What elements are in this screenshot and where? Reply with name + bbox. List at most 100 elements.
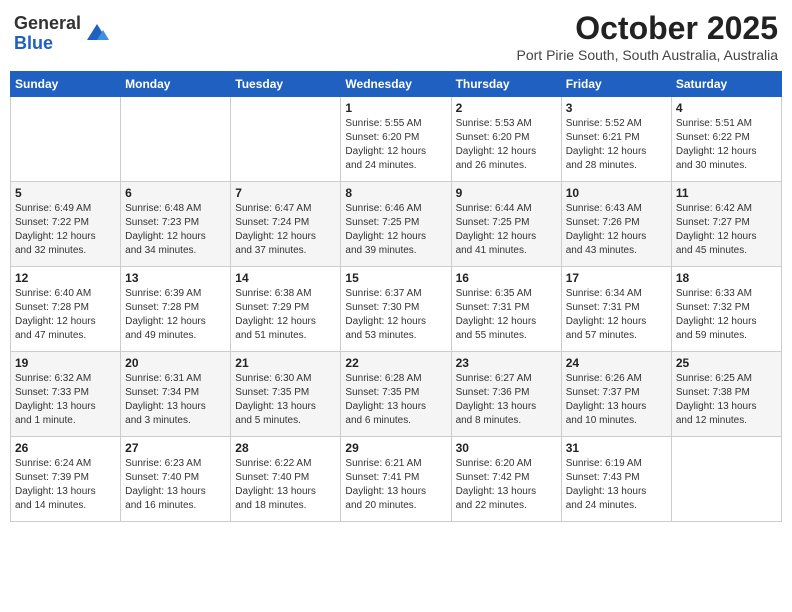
day-number: 2 — [456, 101, 557, 115]
day-number: 7 — [235, 186, 336, 200]
day-number: 10 — [566, 186, 667, 200]
calendar-week-5: 26 Sunrise: 6:24 AMSunset: 7:39 PMDayligh… — [11, 437, 782, 522]
calendar-cell: 28Sunrise: 6:22 AMSunset: 7:40 PMDayligh… — [231, 437, 341, 522]
calendar-cell: 22Sunrise: 6:28 AMSunset: 7:35 PMDayligh… — [341, 352, 451, 437]
logo-blue: Blue — [14, 33, 53, 53]
day-info: Sunrise: 5:51 AMSunset: 6:22 PMDaylight:… — [676, 117, 777, 173]
day-number: 9 — [456, 186, 557, 200]
logo-general: General — [14, 13, 81, 33]
day-number: 8 — [345, 186, 446, 200]
weekday-header-friday: Friday — [561, 72, 671, 97]
day-info: Sunrise: 6:37 AMSunset: 7:30 PMDaylight:… — [345, 287, 446, 343]
day-number: 14 — [235, 271, 336, 285]
day-number: 12 — [15, 271, 116, 285]
weekday-header-tuesday: Tuesday — [231, 72, 341, 97]
calendar-table: SundayMondayTuesdayWednesdayThursdayFrid… — [10, 71, 782, 522]
day-number: 4 — [676, 101, 777, 115]
calendar-cell: 5 Sunrise: 6:49 AMSunset: 7:22 PMDaylight… — [11, 182, 121, 267]
calendar-cell: 4 Sunrise: 5:51 AMSunset: 6:22 PMDaylight… — [671, 97, 781, 182]
day-info: Sunrise: 6:43 AMSunset: 7:26 PMDaylight:… — [566, 202, 667, 258]
day-info: Sunrise: 6:48 AMSunset: 7:23 PMDaylight:… — [125, 202, 226, 258]
weekday-header-monday: Monday — [121, 72, 231, 97]
weekday-header-wednesday: Wednesday — [341, 72, 451, 97]
day-info: Sunrise: 6:22 AMSunset: 7:40 PMDaylight:… — [235, 457, 336, 513]
calendar-cell: 29Sunrise: 6:21 AMSunset: 7:41 PMDayligh… — [341, 437, 451, 522]
calendar-cell: 12 Sunrise: 6:40 AMSunset: 7:28 PMDayligh… — [11, 267, 121, 352]
calendar-cell: 30 Sunrise: 6:20 AMSunset: 7:42 PMDayligh… — [451, 437, 561, 522]
day-info: Sunrise: 6:40 AMSunset: 7:28 PMDaylight:… — [15, 287, 116, 343]
weekday-header-saturday: Saturday — [671, 72, 781, 97]
day-number: 5 — [15, 186, 116, 200]
day-number: 15 — [345, 271, 446, 285]
day-number: 1 — [345, 101, 446, 115]
day-info: Sunrise: 6:30 AMSunset: 7:35 PMDaylight:… — [235, 372, 336, 428]
calendar-cell: 19Sunrise: 6:32 AMSunset: 7:33 PMDayligh… — [11, 352, 121, 437]
logo-icon — [83, 20, 111, 48]
day-number: 16 — [456, 271, 557, 285]
day-info: Sunrise: 6:27 AMSunset: 7:36 PMDaylight:… — [456, 372, 557, 428]
day-number: 6 — [125, 186, 226, 200]
day-number: 23 — [456, 356, 557, 370]
calendar-week-3: 12 Sunrise: 6:40 AMSunset: 7:28 PMDayligh… — [11, 267, 782, 352]
title-area: October 2025 Port Pirie South, South Aus… — [517, 10, 778, 63]
calendar-cell: 26 Sunrise: 6:24 AMSunset: 7:39 PMDayligh… — [11, 437, 121, 522]
day-number: 29 — [345, 441, 446, 455]
day-number: 26 — [15, 441, 116, 455]
calendar-cell: 27 Sunrise: 6:23 AMSunset: 7:40 PMDayligh… — [121, 437, 231, 522]
calendar-cell: 10 Sunrise: 6:43 AMSunset: 7:26 PMDayligh… — [561, 182, 671, 267]
day-number: 18 — [676, 271, 777, 285]
calendar-cell: 3Sunrise: 5:52 AMSunset: 6:21 PMDaylight… — [561, 97, 671, 182]
day-info: Sunrise: 6:47 AMSunset: 7:24 PMDaylight:… — [235, 202, 336, 258]
day-info: Sunrise: 6:20 AMSunset: 7:42 PMDaylight:… — [456, 457, 557, 513]
calendar-cell: 1 Sunrise: 5:55 AMSunset: 6:20 PMDaylight… — [341, 97, 451, 182]
weekday-header-sunday: Sunday — [11, 72, 121, 97]
day-info: Sunrise: 6:46 AMSunset: 7:25 PMDaylight:… — [345, 202, 446, 258]
calendar-cell: 17Sunrise: 6:34 AMSunset: 7:31 PMDayligh… — [561, 267, 671, 352]
day-info: Sunrise: 6:24 AMSunset: 7:39 PMDaylight:… — [15, 457, 116, 513]
day-number: 19 — [15, 356, 116, 370]
day-info: Sunrise: 6:44 AMSunset: 7:25 PMDaylight:… — [456, 202, 557, 258]
day-info: Sunrise: 5:55 AMSunset: 6:20 PMDaylight:… — [345, 117, 446, 173]
calendar-cell — [11, 97, 121, 182]
calendar-cell — [231, 97, 341, 182]
day-info: Sunrise: 6:33 AMSunset: 7:32 PMDaylight:… — [676, 287, 777, 343]
calendar-cell: 16 Sunrise: 6:35 AMSunset: 7:31 PMDayligh… — [451, 267, 561, 352]
logo: General Blue — [14, 14, 111, 54]
day-info: Sunrise: 6:23 AMSunset: 7:40 PMDaylight:… — [125, 457, 226, 513]
day-info: Sunrise: 6:35 AMSunset: 7:31 PMDaylight:… — [456, 287, 557, 343]
calendar-cell: 25Sunrise: 6:25 AMSunset: 7:38 PMDayligh… — [671, 352, 781, 437]
calendar-cell: 31Sunrise: 6:19 AMSunset: 7:43 PMDayligh… — [561, 437, 671, 522]
calendar-cell — [671, 437, 781, 522]
calendar-cell: 13Sunrise: 6:39 AMSunset: 7:28 PMDayligh… — [121, 267, 231, 352]
day-number: 11 — [676, 186, 777, 200]
calendar-cell: 11 Sunrise: 6:42 AMSunset: 7:27 PMDayligh… — [671, 182, 781, 267]
calendar-cell: 15 Sunrise: 6:37 AMSunset: 7:30 PMDayligh… — [341, 267, 451, 352]
day-number: 24 — [566, 356, 667, 370]
day-number: 22 — [345, 356, 446, 370]
calendar-cell: 2 Sunrise: 5:53 AMSunset: 6:20 PMDaylight… — [451, 97, 561, 182]
day-number: 3 — [566, 101, 667, 115]
calendar-cell: 20Sunrise: 6:31 AMSunset: 7:34 PMDayligh… — [121, 352, 231, 437]
day-info: Sunrise: 6:49 AMSunset: 7:22 PMDaylight:… — [15, 202, 116, 258]
calendar-cell: 8 Sunrise: 6:46 AMSunset: 7:25 PMDaylight… — [341, 182, 451, 267]
page-header: General Blue October 2025 Port Pirie Sou… — [10, 10, 782, 63]
day-info: Sunrise: 6:38 AMSunset: 7:29 PMDaylight:… — [235, 287, 336, 343]
day-number: 30 — [456, 441, 557, 455]
calendar-cell: 21 Sunrise: 6:30 AMSunset: 7:35 PMDayligh… — [231, 352, 341, 437]
month-title: October 2025 — [517, 10, 778, 47]
calendar-cell — [121, 97, 231, 182]
day-number: 21 — [235, 356, 336, 370]
day-info: Sunrise: 6:26 AMSunset: 7:37 PMDaylight:… — [566, 372, 667, 428]
day-info: Sunrise: 6:42 AMSunset: 7:27 PMDaylight:… — [676, 202, 777, 258]
calendar-header: SundayMondayTuesdayWednesdayThursdayFrid… — [11, 72, 782, 97]
day-info: Sunrise: 5:53 AMSunset: 6:20 PMDaylight:… — [456, 117, 557, 173]
weekday-row: SundayMondayTuesdayWednesdayThursdayFrid… — [11, 72, 782, 97]
location-subtitle: Port Pirie South, South Australia, Austr… — [517, 47, 778, 63]
day-info: Sunrise: 6:25 AMSunset: 7:38 PMDaylight:… — [676, 372, 777, 428]
day-number: 20 — [125, 356, 226, 370]
calendar-cell: 14 Sunrise: 6:38 AMSunset: 7:29 PMDayligh… — [231, 267, 341, 352]
calendar-cell: 6 Sunrise: 6:48 AMSunset: 7:23 PMDaylight… — [121, 182, 231, 267]
day-number: 27 — [125, 441, 226, 455]
calendar-week-4: 19Sunrise: 6:32 AMSunset: 7:33 PMDayligh… — [11, 352, 782, 437]
calendar-week-2: 5 Sunrise: 6:49 AMSunset: 7:22 PMDaylight… — [11, 182, 782, 267]
